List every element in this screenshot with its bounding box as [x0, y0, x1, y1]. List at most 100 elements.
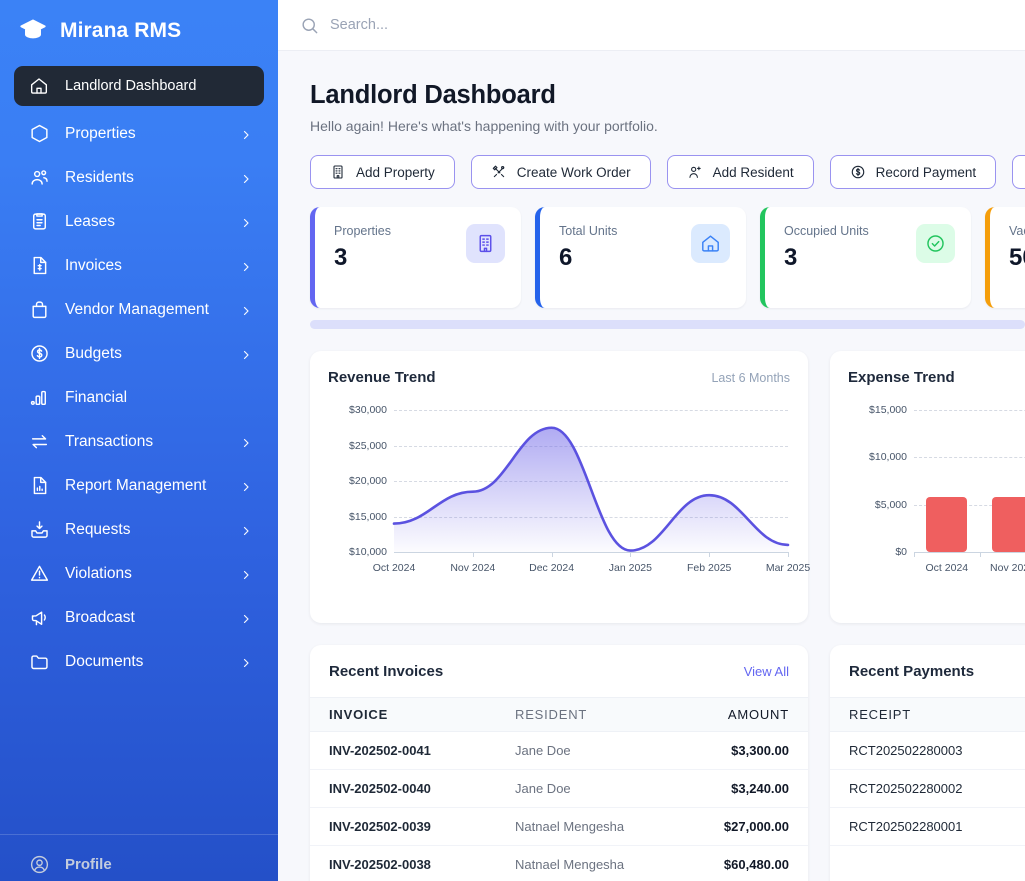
x-axis-tick-label: Oct 2024 [372, 562, 416, 574]
invoice-amount: $27,000.00 [723, 819, 789, 834]
expense-bar [992, 497, 1025, 552]
sidebar-item-label: Leases [65, 212, 115, 230]
chevron-right-icon [240, 480, 252, 492]
sidebar-item-residents[interactable]: Residents [14, 159, 264, 196]
brand: Mirana RMS [0, 0, 278, 60]
stats-scroll-region: Properties 3 Total Units 6 Occupied Unit… [310, 207, 1025, 329]
y-axis-tick-label: $15,000 [869, 404, 907, 416]
sidebar-item-report-management[interactable]: Report Management [14, 467, 264, 504]
stat-label: Occupied Units [784, 224, 869, 238]
view-all-invoices-link[interactable]: View All [744, 664, 789, 679]
sidebar-item-label: Violations [65, 564, 132, 582]
payments-table-body: RCT202502280003 RCT202502280002 RCT2025022… [830, 732, 1025, 846]
sidebar-item-documents[interactable]: Documents [14, 643, 264, 680]
sidebar-item-label: Budgets [65, 344, 122, 362]
invoice-number: INV-202502-0038 [329, 857, 431, 872]
x-axis-tick-label: Jan 2025 [608, 562, 652, 574]
cube-icon [28, 123, 50, 145]
action-label: Add Resident [712, 164, 794, 180]
chevron-right-icon [240, 172, 252, 184]
y-axis-tick-label: $25,000 [349, 439, 387, 452]
horizontal-scrollbar[interactable] [310, 320, 1025, 329]
invoice-amount: $3,240.00 [731, 781, 789, 796]
table-row[interactable]: RCT202502280003 [830, 732, 1025, 770]
expense-trend-chart: $15,000$10,000$5,000$0Oct 2024Nov 2024De… [848, 404, 1025, 586]
stat-value: 6 [559, 244, 573, 271]
table-row[interactable]: INV-202502-0040 Jane Doe $3,240.00 [310, 770, 808, 808]
warning-triangle-icon [28, 563, 50, 585]
stat-text: Total Units 6 [559, 224, 617, 272]
stat-card-properties: Properties 3 [310, 207, 521, 308]
sidebar-item-landlord-dashboard[interactable]: Landlord Dashboard [14, 66, 264, 106]
report-document-icon [28, 475, 50, 497]
home-icon [691, 224, 730, 263]
building-icon [330, 164, 346, 180]
dollar-circle-icon [28, 343, 50, 365]
chevron-right-icon [240, 436, 252, 448]
stat-label: Total Units [559, 224, 618, 238]
table-row[interactable]: INV-202502-0039 Natnael Mengesha $27,000.0… [310, 808, 808, 846]
table-row[interactable]: RCT202502280002 [830, 770, 1025, 808]
users-icon [28, 167, 50, 189]
stat-value: 3 [784, 244, 798, 271]
create-work-order-button[interactable]: Create Work Order [470, 155, 651, 189]
sidebar-item-label: Vendor Management [65, 300, 209, 318]
x-axis-tick-label: Mar 2025 [765, 562, 811, 574]
axis-tick [709, 552, 711, 557]
add-resident-button[interactable]: Add Resident [666, 155, 814, 189]
axis-tick [472, 552, 474, 557]
sidebar-item-label: Financial [65, 388, 128, 406]
recent-invoices-card: Recent Invoices View All INVOICE RESIDEN… [310, 645, 808, 881]
sidebar-item-invoices[interactable]: Invoices [14, 247, 264, 284]
revenue-trend-chart: $30,000 $25,000 $20,000 $15,000 $10,000 Oct 2… [328, 404, 810, 586]
revenue-trend-card: Revenue Trend Last 6 Months $30,000 $25,0… [310, 351, 810, 623]
sidebar-item-vendor-management[interactable]: Vendor Management [14, 291, 264, 328]
action-label: Record Payment [875, 164, 977, 180]
revenue-card-meta: Last 6 Months [711, 371, 790, 385]
megaphone-icon [28, 607, 50, 629]
sidebar-item-label: Residents [65, 168, 134, 186]
recent-invoices-title: Recent Invoices [329, 663, 444, 680]
sidebar-item-financial[interactable]: Financial [14, 379, 264, 416]
invoice-number: INV-202502-0041 [329, 743, 431, 758]
sidebar-item-broadcast[interactable]: Broadcast [14, 599, 264, 636]
sidebar-item-label: Report Management [65, 476, 207, 494]
record-payment-button[interactable]: Record Payment [829, 155, 997, 189]
sidebar-item-properties[interactable]: Properties [14, 115, 264, 152]
axis-tick [630, 552, 632, 557]
invoice-amount: $3,300.00 [731, 743, 789, 758]
y-axis-tick-label: $10,000 [869, 451, 907, 464]
sidebar-item-transactions[interactable]: Transactions [14, 423, 264, 460]
charts-row: Revenue Trend Last 6 Months $30,000 $25,0… [310, 351, 1025, 623]
stat-value: 3 [334, 244, 348, 271]
sidebar-item-violations[interactable]: Violations [14, 555, 264, 592]
y-axis-tick-label: $10,000 [349, 546, 387, 558]
payment-receipt: RCT202502280003 [849, 743, 963, 758]
search-input[interactable] [330, 17, 670, 33]
app-root: Mirana RMS Landlord Dashboard Properties R… [0, 0, 1025, 881]
graduation-cap-icon [18, 16, 48, 46]
chevron-right-icon [240, 128, 252, 140]
add-property-button[interactable]: Add Property [310, 155, 455, 189]
recent-payments-header: Recent Payments [830, 645, 1025, 697]
folder-icon [28, 651, 50, 673]
invoice-resident: Jane Doe [515, 781, 571, 796]
gridline [394, 552, 788, 553]
generate-button[interactable]: Generate [1012, 155, 1025, 189]
clipboard-icon [28, 211, 50, 233]
sidebar-item-budgets[interactable]: Budgets [14, 335, 264, 372]
revenue-card-title: Revenue Trend [328, 369, 436, 386]
chevron-right-icon [240, 612, 252, 624]
payment-receipt: RCT202502280002 [849, 781, 963, 796]
y-axis-tick-label: $20,000 [349, 475, 387, 487]
payment-receipt: RCT202502280001 [849, 819, 963, 834]
table-row[interactable]: INV-202502-0038 Natnael Mengesha $60,480.0… [310, 846, 808, 881]
x-axis-tick-label: Nov 2024 [450, 562, 496, 574]
table-row[interactable]: RCT202502280001 [830, 808, 1025, 846]
sidebar-item-requests[interactable]: Requests [14, 511, 264, 548]
chevron-right-icon [240, 348, 252, 360]
table-row[interactable]: INV-202502-0041 Jane Doe $3,300.00 [310, 732, 808, 770]
tools-icon [491, 164, 507, 180]
sidebar-item-profile[interactable]: Profile [14, 847, 264, 881]
sidebar-item-leases[interactable]: Leases [14, 203, 264, 240]
